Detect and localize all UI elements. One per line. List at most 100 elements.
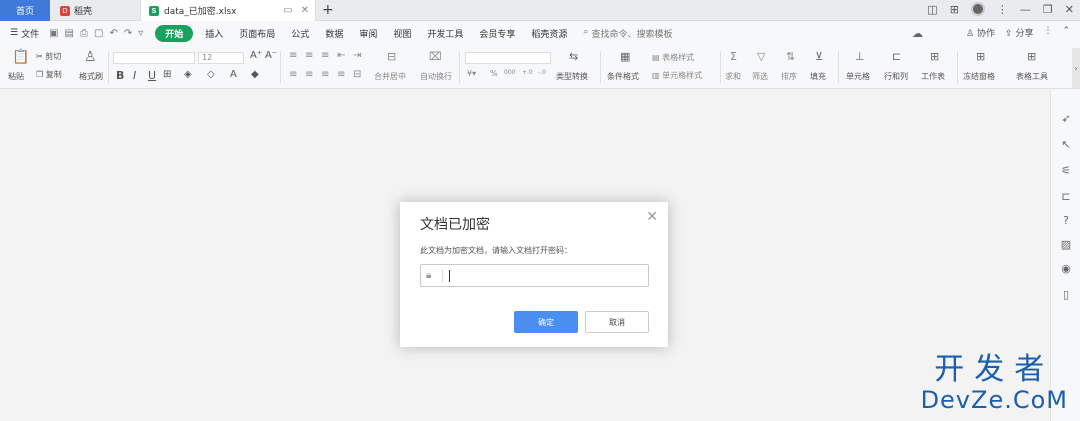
indent-decrease-icon[interactable]: ⇤ (337, 50, 345, 61)
align-middle-icon[interactable]: ≡ (305, 50, 313, 61)
worksheet-label[interactable]: 工作表 (921, 71, 945, 82)
preview-icon[interactable]: ▢ (94, 28, 103, 39)
percent-button[interactable]: % (490, 69, 498, 78)
avatar[interactable] (970, 2, 985, 16)
toolbar-scroll-right-icon[interactable]: › (1072, 48, 1080, 88)
filter-icon[interactable]: ▽ (757, 50, 765, 63)
help-icon[interactable]: ? (1059, 214, 1073, 228)
close-window-icon[interactable]: ✕ (1065, 3, 1074, 16)
wrap-label[interactable]: 自动换行 (420, 71, 452, 82)
tab-developer[interactable]: 开发工具 (419, 27, 471, 40)
tab-daoke-resources[interactable]: 稻壳资源 (523, 27, 575, 40)
save-icon[interactable]: ▣ (49, 28, 58, 39)
align-left-icon[interactable]: ≡ (289, 69, 297, 80)
collapse-ribbon-icon[interactable]: ⌃ (1062, 26, 1070, 39)
align-right-icon[interactable]: ≡ (321, 69, 329, 80)
freeze-panes-label[interactable]: 冻结窗格 (963, 71, 995, 82)
sort-icon[interactable]: ⇅ (786, 50, 795, 63)
format-painter-label[interactable]: 格式刷 (79, 71, 103, 82)
format-painter-icon[interactable]: ♙ (84, 49, 97, 65)
table-tools-label[interactable]: 表格工具 (1016, 71, 1048, 82)
password-field[interactable]: 🔒︎ (420, 264, 649, 287)
cancel-button[interactable]: 取消 (585, 311, 649, 333)
new-tab-button[interactable]: + (322, 2, 334, 18)
copy-button[interactable]: ❐ 复制 (36, 69, 62, 80)
fill-icon[interactable]: ⊻ (815, 50, 823, 63)
layout-icon[interactable]: ◫ (927, 3, 937, 16)
wrap-text-icon[interactable]: ⌧ (429, 50, 442, 63)
row-col-label[interactable]: 行和列 (884, 71, 908, 82)
italic-icon[interactable]: I (133, 69, 136, 82)
conditional-format-label[interactable]: 条件格式 (607, 71, 639, 82)
print-icon[interactable]: ⎙ (80, 28, 88, 39)
sum-label[interactable]: 求和 (725, 71, 741, 82)
number-format-select[interactable] (465, 52, 551, 64)
minimize-icon[interactable]: — (1020, 3, 1031, 16)
type-convert-icon[interactable]: ⇆ (569, 50, 578, 63)
collaborate-button[interactable]: ♙ 协作 (966, 26, 995, 39)
cell-label[interactable]: 单元格 (846, 71, 870, 82)
distribute-icon[interactable]: ⊟ (353, 69, 361, 80)
fill-label[interactable]: 填充 (810, 71, 826, 82)
ok-button[interactable]: 确定 (514, 311, 578, 333)
image-edit-icon[interactable]: ▨ (1059, 238, 1073, 252)
font-family-select[interactable] (113, 52, 195, 64)
tab-view[interactable]: 视图 (385, 27, 419, 40)
restore-icon[interactable]: ❐ (1043, 3, 1053, 16)
tab-file[interactable]: S data_已加密.xlsx ▭ ✕ (140, 0, 316, 21)
merge-label[interactable]: 合并居中 (374, 71, 406, 82)
font-grow-icon[interactable]: A⁺ (250, 50, 262, 61)
indent-increase-icon[interactable]: ⇥ (353, 50, 361, 61)
share-button[interactable]: ⇪ 分享 (1005, 26, 1033, 39)
table-tools-icon[interactable]: ⊞ (1027, 50, 1036, 63)
more-icon[interactable]: ⋮ (1043, 26, 1052, 39)
cloud-sync-icon[interactable]: ☁ (912, 27, 923, 40)
justify-icon[interactable]: ≡ (337, 69, 345, 80)
filter-label[interactable]: 筛选 (752, 71, 768, 82)
grid-icon[interactable]: ⊞ (950, 3, 959, 16)
fill-color-icon[interactable]: ◈ (184, 69, 192, 80)
cell-icon[interactable]: ⊥ (855, 50, 865, 63)
tab-page-layout[interactable]: 页面布局 (231, 27, 283, 40)
freeze-panes-icon[interactable]: ⊞ (976, 50, 985, 63)
border-icon[interactable]: ⊞ (163, 69, 171, 80)
type-convert-label[interactable]: 类型转换 (556, 71, 588, 82)
font-color-icon[interactable]: ◇ (207, 69, 215, 80)
table-style-button[interactable]: ▤ 表格样式 (652, 52, 694, 63)
tab-member[interactable]: 会员专享 (471, 27, 523, 40)
redo-icon[interactable]: ↷ (124, 28, 132, 39)
customize-icon[interactable]: ▿ (138, 28, 143, 39)
row-col-icon[interactable]: ⊏ (892, 50, 901, 63)
tab-pin-icon[interactable]: ▭ (283, 5, 292, 16)
bold-icon[interactable]: B (116, 69, 124, 82)
password-input[interactable] (451, 268, 641, 284)
tab-data[interactable]: 数据 (317, 27, 351, 40)
undo-icon[interactable]: ↶ (109, 28, 117, 39)
tab-formula[interactable]: 公式 (283, 27, 317, 40)
file-menu[interactable]: ☰ 文件 (10, 27, 39, 40)
underline-icon[interactable]: U (148, 69, 156, 82)
thousands-button[interactable]: 000 (504, 69, 515, 76)
align-bottom-icon[interactable]: ≡ (321, 50, 329, 61)
location-icon[interactable]: ◉ (1059, 262, 1073, 276)
sort-label[interactable]: 排序 (781, 71, 797, 82)
paste-label[interactable]: 粘贴 (8, 71, 24, 82)
frame-icon[interactable]: ⊏ (1059, 190, 1073, 204)
tab-daoke[interactable]: D 稻壳 (52, 0, 138, 21)
tab-close-icon[interactable]: ✕ (301, 5, 309, 16)
decimal-decrease-button[interactable]: -.0 (538, 69, 546, 76)
paste-icon[interactable]: 📋 (12, 49, 29, 65)
conditional-format-icon[interactable]: ▦ (620, 50, 630, 63)
text-color-icon[interactable]: A (230, 69, 237, 80)
cut-button[interactable]: ✂ 剪切 (36, 51, 61, 62)
close-icon[interactable]: ✕ (646, 209, 658, 225)
merge-icon[interactable]: ⊟ (387, 50, 396, 63)
tab-home[interactable]: 首页 (0, 0, 50, 21)
settings-slider-icon[interactable]: ⚟ (1059, 164, 1073, 178)
font-size-select[interactable]: 12 (198, 52, 244, 64)
menu-dots-icon[interactable]: ⋮ (997, 3, 1008, 16)
cell-style-button[interactable]: ▥ 单元格样式 (652, 70, 702, 81)
tab-start[interactable]: 开始 (155, 24, 194, 42)
clear-format-icon[interactable]: ◆ (251, 69, 259, 80)
decimal-increase-button[interactable]: +.0 (522, 69, 533, 76)
